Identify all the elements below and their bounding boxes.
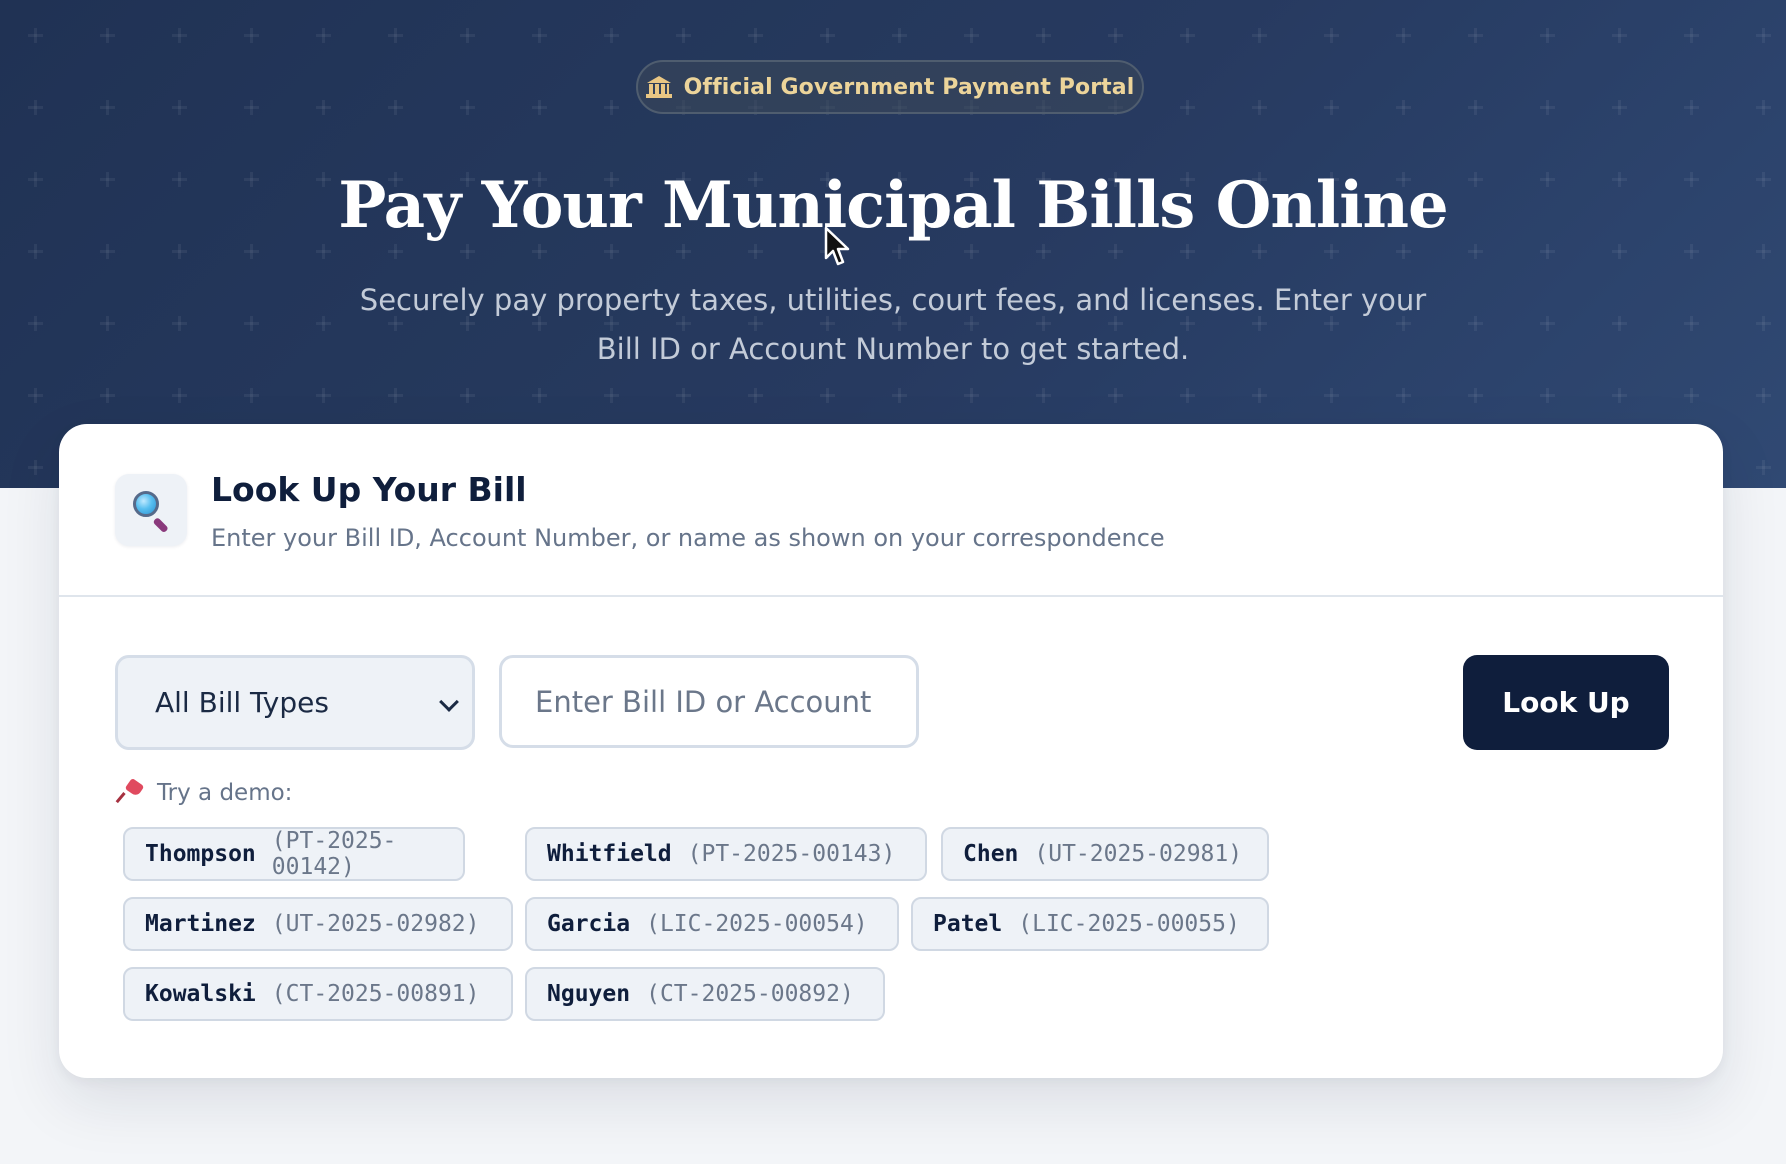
demo-chip-code: (LIC-2025-00055) <box>1018 911 1240 937</box>
demo-chip-name: Whitfield <box>547 841 672 867</box>
demo-chip-code: (LIC-2025-00054) <box>646 911 868 937</box>
demo-chip[interactable]: Nguyen (CT-2025-00892) <box>525 967 885 1021</box>
bill-type-select[interactable]: All Bill Types <box>115 655 475 750</box>
demo-chip-code: (CT-2025-00891) <box>271 981 480 1007</box>
magnifying-glass-icon <box>115 474 187 546</box>
demo-chip-name: Patel <box>933 911 1003 937</box>
bill-id-search-input[interactable] <box>499 655 919 748</box>
demo-chip[interactable]: Chen (UT-2025-02981) <box>941 827 1269 881</box>
mouse-cursor-icon <box>824 226 850 266</box>
hero-banner: Official Government Payment Portal Pay Y… <box>0 0 1786 488</box>
badge-label: Official Government Payment Portal <box>683 74 1135 100</box>
card-description: Enter your Bill ID, Account Number, or n… <box>211 524 1165 552</box>
bill-lookup-card: Look Up Your Bill Enter your Bill ID, Ac… <box>59 424 1723 1078</box>
demo-chip-name: Garcia <box>547 911 631 937</box>
demo-chip-name: Chen <box>963 841 1019 867</box>
chevron-down-icon <box>439 692 459 712</box>
demo-chip[interactable]: Kowalski (CT-2025-00891) <box>123 967 513 1021</box>
bill-type-selected-value: All Bill Types <box>155 686 329 719</box>
demo-chip-code: (UT-2025-02981) <box>1034 841 1243 867</box>
demo-chip-code: (PT-2025-00143) <box>687 841 896 867</box>
card-header: Look Up Your Bill Enter your Bill ID, Ac… <box>59 424 1723 597</box>
demo-chip-name: Nguyen <box>547 981 631 1007</box>
demo-label-row: Try a demo: <box>115 777 293 806</box>
demo-chip[interactable]: Whitfield (PT-2025-00143) <box>525 827 927 881</box>
page-title: Pay Your Municipal Bills Online <box>338 168 1449 243</box>
demo-chip[interactable]: Thompson (PT-2025-00142) <box>123 827 465 881</box>
government-building-icon <box>645 76 672 98</box>
page-subtitle: Securely pay property taxes, utilities, … <box>359 283 1427 366</box>
demo-chip-code: (UT-2025-02982) <box>271 911 480 937</box>
official-portal-badge: Official Government Payment Portal <box>636 60 1144 114</box>
card-title: Look Up Your Bill <box>211 470 527 509</box>
demo-chip-name: Kowalski <box>145 981 256 1007</box>
pushpin-icon <box>115 777 145 805</box>
demo-chip-code: (CT-2025-00892) <box>646 981 854 1007</box>
demo-chip[interactable]: Garcia (LIC-2025-00054) <box>525 897 899 951</box>
look-up-button[interactable]: Look Up <box>1463 655 1669 750</box>
demo-chip-name: Thompson <box>145 841 256 867</box>
demo-label: Try a demo: <box>157 780 293 806</box>
demo-chip[interactable]: Martinez (UT-2025-02982) <box>123 897 513 951</box>
demo-chip-name: Martinez <box>145 911 256 937</box>
demo-chip-code: (PT-2025-00142) <box>271 828 397 880</box>
demo-chip[interactable]: Patel (LIC-2025-00055) <box>911 897 1269 951</box>
